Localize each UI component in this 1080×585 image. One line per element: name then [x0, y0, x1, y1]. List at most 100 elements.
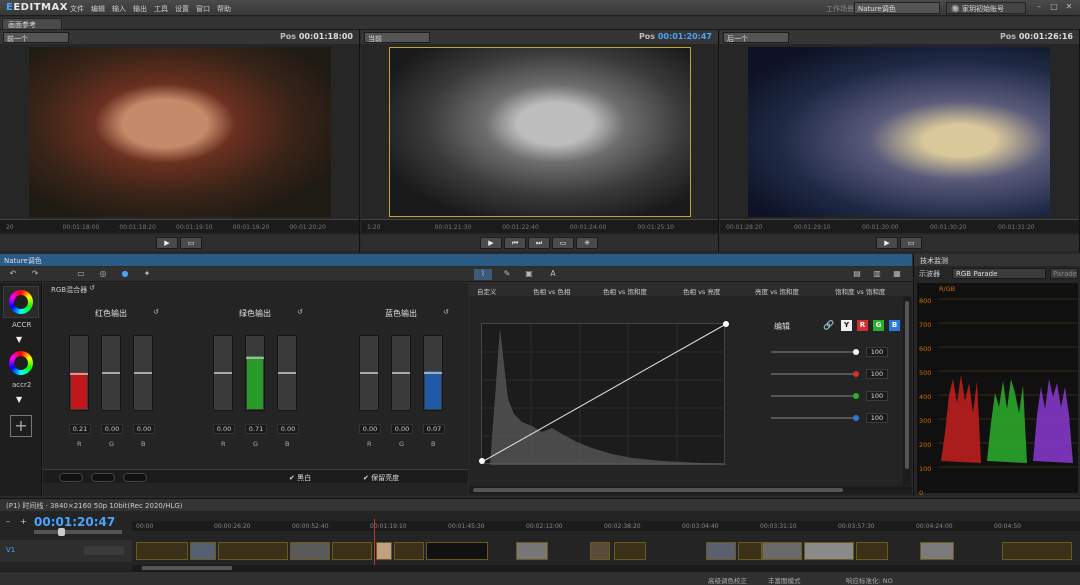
preview-source-select[interactable]: 当前 [364, 32, 430, 43]
monitor-icon[interactable]: ▭ [180, 237, 202, 249]
curve-tab[interactable]: 色相 vs 饱和度 [603, 286, 647, 296]
menu-item[interactable]: 设置 [175, 4, 189, 14]
channel-slider[interactable] [133, 335, 153, 411]
workspace-select[interactable]: Nature调色 [854, 2, 940, 14]
channel-slider[interactable] [245, 335, 265, 411]
slider-handle[interactable] [853, 371, 859, 377]
timeline-clip[interactable] [136, 542, 188, 560]
channel-slider[interactable] [391, 335, 411, 411]
menu-item[interactable]: 输出 [133, 4, 147, 14]
channel-value[interactable]: 0.00 [133, 424, 155, 434]
preview-source-select[interactable]: 后一个 [723, 32, 789, 43]
channel-value[interactable]: 0.07 [423, 424, 445, 434]
channel-value[interactable]: 0.21 [69, 424, 91, 434]
zoom-out-icon[interactable]: – [6, 517, 10, 526]
timeline-clip[interactable] [738, 542, 762, 560]
timeline-clip[interactable] [218, 542, 288, 560]
timeline-clip[interactable] [804, 542, 854, 560]
preview-ruler[interactable]: 1:20 00:01:21:30 00:01:22:40 00:01:24:00 00:… [361, 219, 718, 233]
slider-knob[interactable] [70, 373, 88, 375]
preset-rg-icon[interactable] [59, 473, 83, 482]
slider-knob[interactable] [392, 372, 410, 374]
parade-button[interactable]: Parade [1050, 268, 1078, 279]
preview-ruler[interactable]: 20 00:01:18:00 00:01:18:20 00:01:19:10 00:01… [0, 219, 359, 233]
menu-item[interactable]: 输入 [112, 4, 126, 14]
zoom-in-icon[interactable]: + [20, 517, 27, 526]
timeline-clip[interactable] [1002, 542, 1072, 560]
maximize-icon[interactable]: □ [1049, 2, 1059, 13]
monitor-icon[interactable]: ▭ [72, 269, 90, 280]
color-wheel-icon[interactable] [9, 351, 33, 375]
palette-icon[interactable]: ● [116, 269, 134, 280]
channel-value[interactable]: 0.00 [359, 424, 381, 434]
curve-strength-slider[interactable] [771, 373, 859, 375]
monitor-icon[interactable]: ▭ [900, 237, 922, 249]
curve-tool-icon[interactable]: ⌇ [474, 269, 492, 280]
slider-handle[interactable] [853, 349, 859, 355]
text-icon[interactable]: A [544, 269, 562, 280]
curve-tab[interactable]: 色相 vs 亮度 [683, 286, 720, 296]
preset-gb-icon[interactable] [91, 473, 115, 482]
menu-item[interactable]: 帮助 [217, 4, 231, 14]
track-label[interactable]: V1 [6, 546, 15, 554]
slider-knob[interactable] [360, 372, 378, 374]
preview-ruler[interactable]: 00:01:28:20 00:01:29:10 00:01:30:00 00:01:3… [720, 219, 1079, 233]
slider-knob[interactable] [246, 357, 264, 360]
timeline-clip[interactable] [426, 542, 488, 560]
chevron-down-icon[interactable]: ▼ [16, 335, 22, 344]
slider-knob[interactable] [102, 372, 120, 374]
prev-frame-icon[interactable]: ⏮ [504, 237, 526, 249]
channel-value[interactable]: 0.00 [213, 424, 235, 434]
timeline-clip[interactable] [332, 542, 372, 560]
channel-slider[interactable] [101, 335, 121, 411]
user-account[interactable]: 🔘 家玥初始账号 [946, 2, 1026, 14]
curve-strength-slider[interactable] [771, 395, 859, 397]
slider-handle[interactable] [853, 393, 859, 399]
slider-knob[interactable] [424, 371, 442, 374]
mask-icon[interactable]: ▣ [520, 269, 538, 280]
target-icon[interactable]: ◎ [94, 269, 112, 280]
curve-strength-slider[interactable] [771, 417, 859, 419]
curve-tab[interactable]: 亮度 vs 饱和度 [755, 286, 799, 296]
slider-knob[interactable] [214, 372, 232, 374]
curve-strength-value[interactable]: 100 [866, 369, 888, 379]
curve-strength-slider[interactable] [771, 351, 859, 353]
preview-source-select[interactable]: 前一个 [3, 32, 69, 43]
add-icon[interactable]: + [10, 415, 32, 437]
reset-icon[interactable]: ↺ [443, 308, 449, 316]
curve-channel-button[interactable]: R [857, 320, 868, 331]
split-icon[interactable]: ▥ [868, 269, 886, 280]
track-controls[interactable] [84, 546, 124, 555]
slider-knob[interactable] [278, 372, 296, 374]
channel-value[interactable]: 0.00 [277, 424, 299, 434]
curve-point-black[interactable] [479, 458, 485, 464]
video-frame[interactable] [389, 47, 691, 217]
channel-value[interactable]: 0.71 [245, 424, 267, 434]
tab-reference[interactable]: 画面参考 [2, 18, 62, 30]
slider-handle[interactable] [853, 415, 859, 421]
next-frame-icon[interactable]: ⏭ [528, 237, 550, 249]
timeline-clip[interactable] [856, 542, 888, 560]
video-frame[interactable] [748, 47, 1050, 217]
vertical-scrollbar[interactable] [903, 297, 911, 485]
slider-knob[interactable] [134, 372, 152, 374]
curve-scrollbar[interactable] [469, 486, 912, 494]
menu-item[interactable]: 工具 [154, 4, 168, 14]
curve-strength-value[interactable]: 100 [866, 391, 888, 401]
accr-tool[interactable] [3, 286, 39, 318]
channel-slider[interactable] [213, 335, 233, 411]
play-icon[interactable]: ▶ [156, 237, 178, 249]
layout-icon[interactable]: ▤ [848, 269, 866, 280]
grid-icon[interactable]: ▦ [888, 269, 906, 280]
playhead[interactable] [374, 519, 375, 565]
channel-slider[interactable] [69, 335, 89, 411]
menu-item[interactable]: 文件 [70, 4, 84, 14]
undo-icon[interactable]: ↶ [4, 269, 22, 280]
play-icon[interactable]: ▶ [480, 237, 502, 249]
timeline-clip[interactable] [590, 542, 610, 560]
channel-value[interactable]: 0.00 [391, 424, 413, 434]
channel-slider[interactable] [423, 335, 443, 411]
minimize-icon[interactable]: – [1034, 2, 1044, 13]
settings-icon[interactable]: ✳ [576, 237, 598, 249]
menu-item[interactable]: 窗口 [196, 4, 210, 14]
